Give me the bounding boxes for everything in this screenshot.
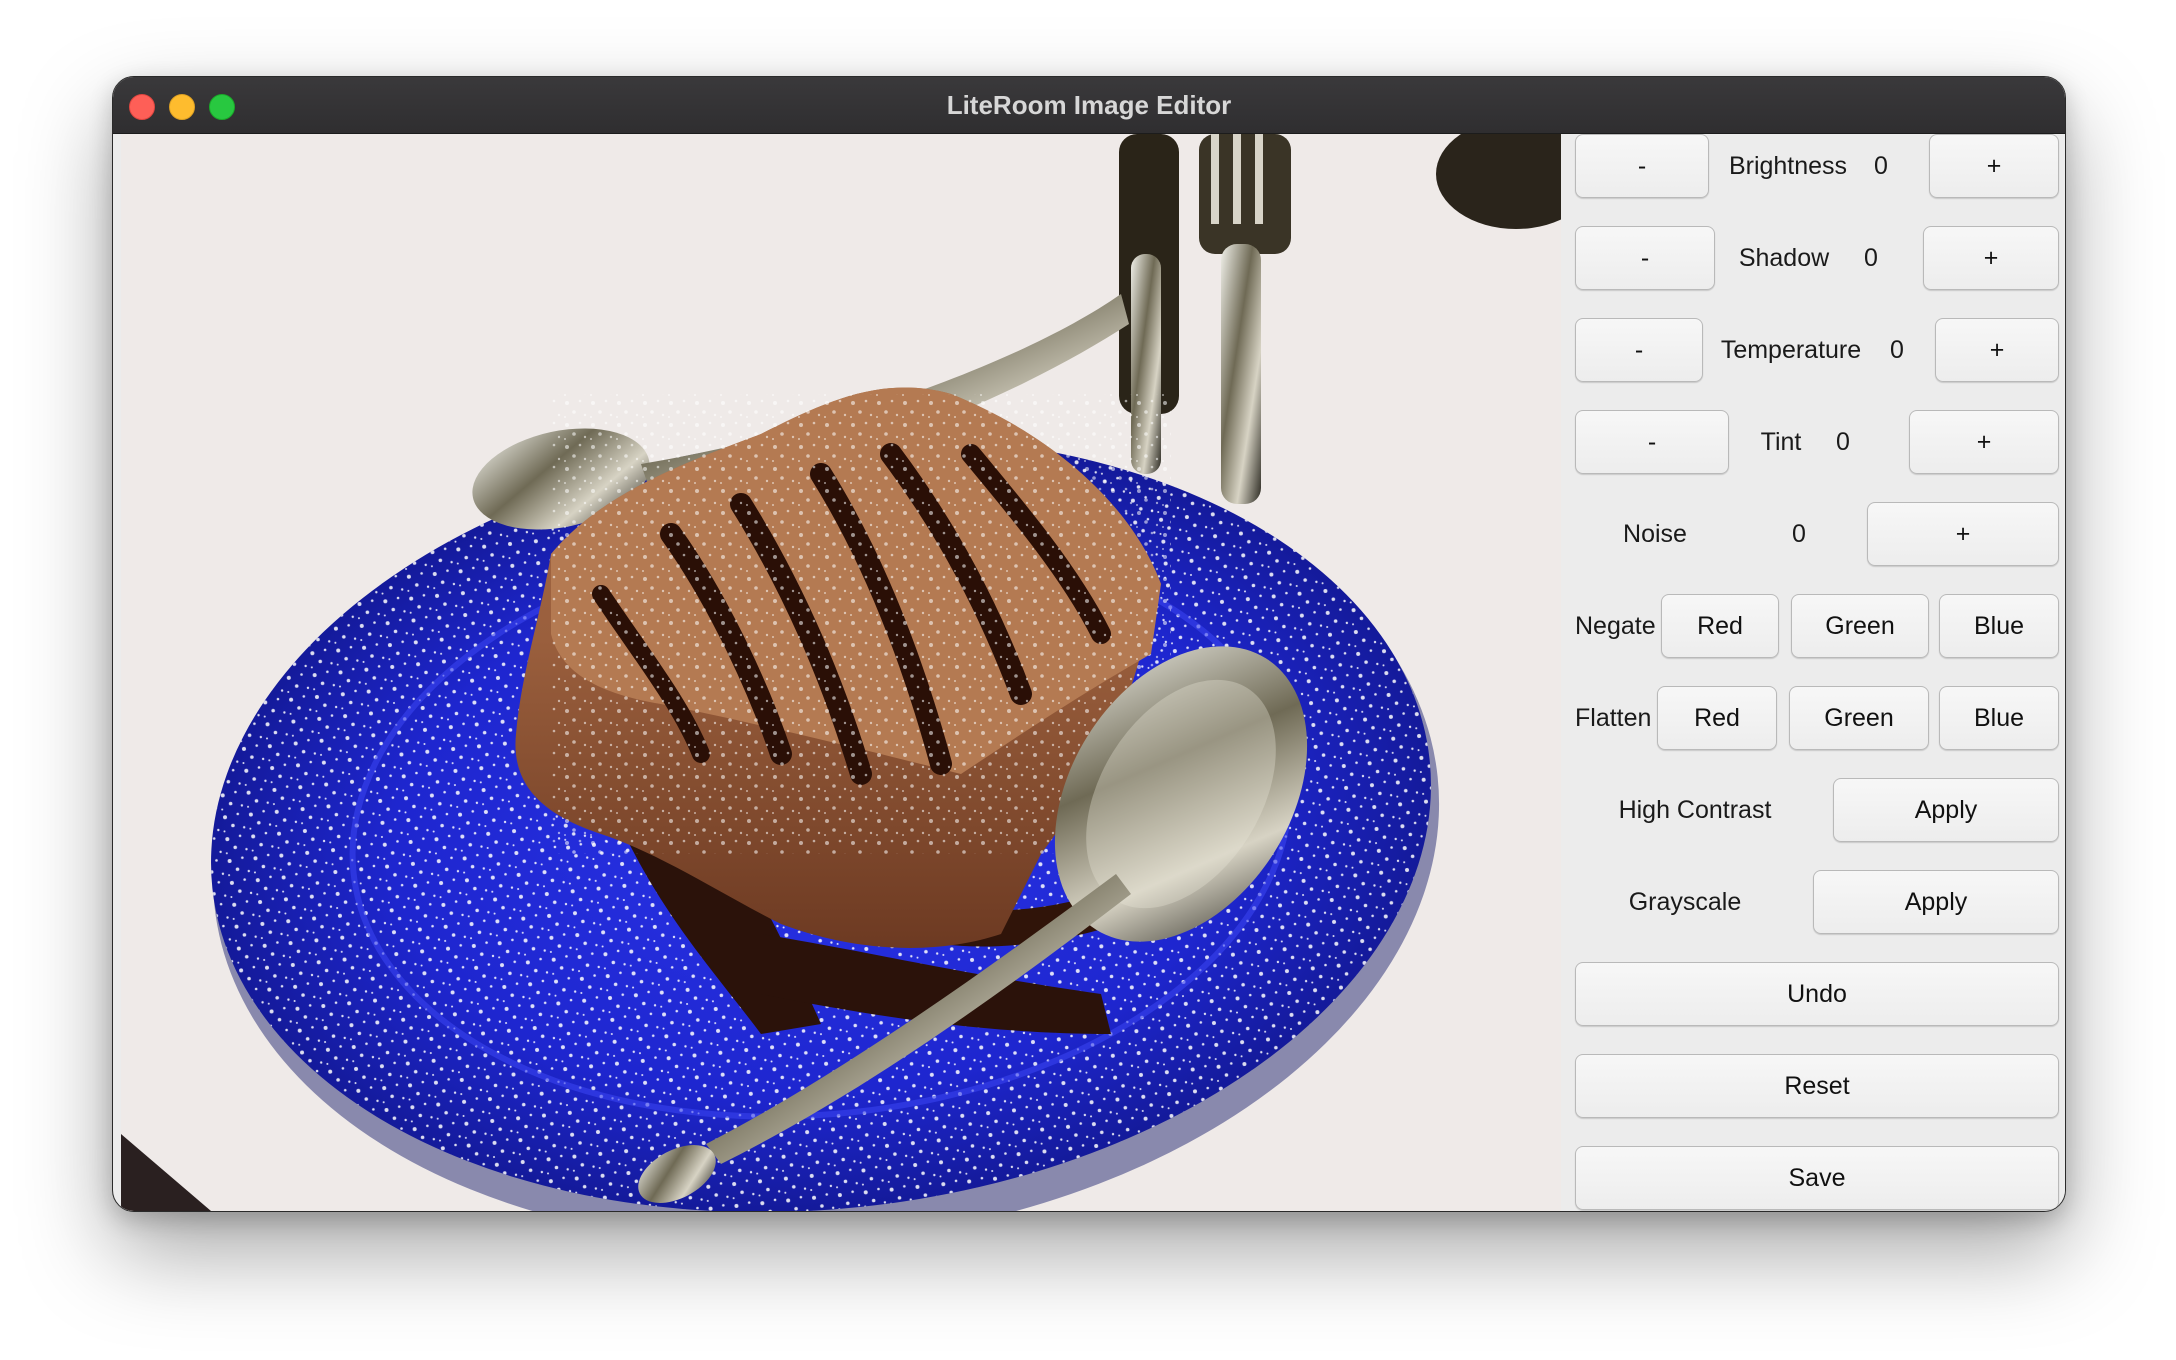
- brightness-increase-button[interactable]: +: [1929, 134, 2059, 198]
- flatten-label: Flatten: [1575, 704, 1652, 732]
- temperature-increase-button[interactable]: +: [1935, 318, 2059, 382]
- noise-increase-button[interactable]: +: [1867, 502, 2059, 566]
- brightness-label: Brightness: [1728, 152, 1848, 180]
- temperature-value: 0: [1890, 336, 1904, 364]
- flatten-green-button[interactable]: Green: [1789, 686, 1929, 750]
- temperature-label: Temperature: [1720, 336, 1862, 364]
- noise-value: 0: [1792, 520, 1806, 548]
- tint-decrease-button[interactable]: -: [1575, 410, 1729, 474]
- high-contrast-apply-button[interactable]: Apply: [1833, 778, 2059, 842]
- undo-button[interactable]: Undo: [1575, 962, 2059, 1026]
- image-canvas[interactable]: [121, 134, 1561, 1211]
- temperature-decrease-button[interactable]: -: [1575, 318, 1703, 382]
- tint-value: 0: [1836, 428, 1850, 456]
- brightness-decrease-button[interactable]: -: [1575, 134, 1709, 198]
- photo-image: [121, 134, 1561, 1211]
- adjustments-panel: - Brightness 0 + - Shadow 0 + - Temperat…: [1561, 134, 2065, 1211]
- grayscale-apply-button[interactable]: Apply: [1813, 870, 2059, 934]
- title-bar: LiteRoom Image Editor: [113, 77, 2065, 134]
- high-contrast-label: High Contrast: [1618, 796, 1772, 824]
- shadow-label: Shadow: [1738, 244, 1830, 272]
- shadow-decrease-button[interactable]: -: [1575, 226, 1715, 290]
- negate-blue-button[interactable]: Blue: [1939, 594, 2059, 658]
- shadow-value: 0: [1864, 244, 1878, 272]
- flatten-blue-button[interactable]: Blue: [1939, 686, 2059, 750]
- flatten-red-button[interactable]: Red: [1657, 686, 1777, 750]
- tint-label: Tint: [1760, 428, 1802, 456]
- shadow-increase-button[interactable]: +: [1923, 226, 2059, 290]
- window-title: LiteRoom Image Editor: [946, 90, 1232, 120]
- tint-increase-button[interactable]: +: [1909, 410, 2059, 474]
- noise-label: Noise: [1623, 520, 1687, 548]
- negate-green-button[interactable]: Green: [1791, 594, 1929, 658]
- negate-red-button[interactable]: Red: [1661, 594, 1779, 658]
- grayscale-label: Grayscale: [1628, 888, 1742, 916]
- negate-label: Negate: [1575, 612, 1656, 640]
- app-window: LiteRoom Image Editor - Brightness 0 + -…: [112, 76, 2066, 1212]
- save-button[interactable]: Save: [1575, 1146, 2059, 1210]
- brightness-value: 0: [1874, 152, 1888, 180]
- reset-button[interactable]: Reset: [1575, 1054, 2059, 1118]
